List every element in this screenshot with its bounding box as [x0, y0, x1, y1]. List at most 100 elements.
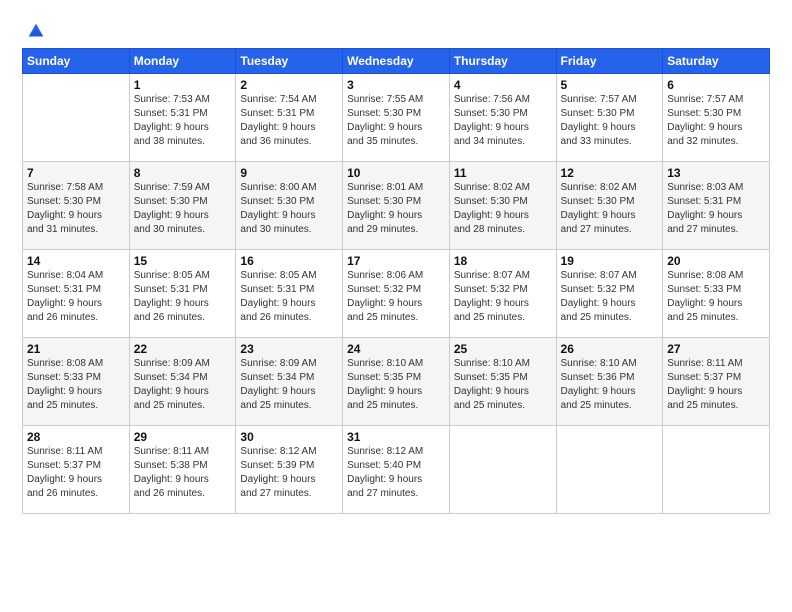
- day-cell: 12Sunrise: 8:02 AM Sunset: 5:30 PM Dayli…: [556, 162, 663, 250]
- day-number: 12: [561, 166, 659, 180]
- day-info: Sunrise: 8:11 AM Sunset: 5:38 PM Dayligh…: [134, 445, 232, 501]
- day-number: 10: [347, 166, 445, 180]
- day-cell: 19Sunrise: 8:07 AM Sunset: 5:32 PM Dayli…: [556, 250, 663, 338]
- day-cell: 15Sunrise: 8:05 AM Sunset: 5:31 PM Dayli…: [129, 250, 236, 338]
- day-number: 19: [561, 254, 659, 268]
- day-number: 17: [347, 254, 445, 268]
- day-info: Sunrise: 8:05 AM Sunset: 5:31 PM Dayligh…: [240, 269, 338, 325]
- day-info: Sunrise: 8:10 AM Sunset: 5:35 PM Dayligh…: [347, 357, 445, 413]
- day-info: Sunrise: 8:11 AM Sunset: 5:37 PM Dayligh…: [667, 357, 765, 413]
- day-cell: 29Sunrise: 8:11 AM Sunset: 5:38 PM Dayli…: [129, 426, 236, 514]
- day-number: 16: [240, 254, 338, 268]
- calendar: SundayMondayTuesdayWednesdayThursdayFrid…: [22, 48, 770, 514]
- day-cell: 31Sunrise: 8:12 AM Sunset: 5:40 PM Dayli…: [343, 426, 450, 514]
- day-number: 20: [667, 254, 765, 268]
- day-info: Sunrise: 8:11 AM Sunset: 5:37 PM Dayligh…: [27, 445, 125, 501]
- weekday-header-monday: Monday: [129, 49, 236, 74]
- day-number: 18: [454, 254, 552, 268]
- day-cell: [556, 426, 663, 514]
- day-number: 29: [134, 430, 232, 444]
- day-number: 26: [561, 342, 659, 356]
- day-info: Sunrise: 8:02 AM Sunset: 5:30 PM Dayligh…: [561, 181, 659, 237]
- day-info: Sunrise: 8:12 AM Sunset: 5:40 PM Dayligh…: [347, 445, 445, 501]
- day-info: Sunrise: 8:10 AM Sunset: 5:35 PM Dayligh…: [454, 357, 552, 413]
- day-number: 5: [561, 78, 659, 92]
- day-cell: 8Sunrise: 7:59 AM Sunset: 5:30 PM Daylig…: [129, 162, 236, 250]
- header-area: [22, 18, 770, 42]
- day-info: Sunrise: 7:53 AM Sunset: 5:31 PM Dayligh…: [134, 93, 232, 149]
- day-number: 13: [667, 166, 765, 180]
- week-row-3: 21Sunrise: 8:08 AM Sunset: 5:33 PM Dayli…: [23, 338, 770, 426]
- day-info: Sunrise: 8:03 AM Sunset: 5:31 PM Dayligh…: [667, 181, 765, 237]
- day-cell: 2Sunrise: 7:54 AM Sunset: 5:31 PM Daylig…: [236, 74, 343, 162]
- day-cell: 16Sunrise: 8:05 AM Sunset: 5:31 PM Dayli…: [236, 250, 343, 338]
- day-info: Sunrise: 7:59 AM Sunset: 5:30 PM Dayligh…: [134, 181, 232, 237]
- day-number: 6: [667, 78, 765, 92]
- logo: [22, 22, 47, 42]
- weekday-header-saturday: Saturday: [663, 49, 770, 74]
- day-cell: 3Sunrise: 7:55 AM Sunset: 5:30 PM Daylig…: [343, 74, 450, 162]
- day-cell: 5Sunrise: 7:57 AM Sunset: 5:30 PM Daylig…: [556, 74, 663, 162]
- day-number: 14: [27, 254, 125, 268]
- day-cell: 11Sunrise: 8:02 AM Sunset: 5:30 PM Dayli…: [449, 162, 556, 250]
- day-cell: 17Sunrise: 8:06 AM Sunset: 5:32 PM Dayli…: [343, 250, 450, 338]
- day-cell: 6Sunrise: 7:57 AM Sunset: 5:30 PM Daylig…: [663, 74, 770, 162]
- day-cell: 4Sunrise: 7:56 AM Sunset: 5:30 PM Daylig…: [449, 74, 556, 162]
- weekday-header-sunday: Sunday: [23, 49, 130, 74]
- page: SundayMondayTuesdayWednesdayThursdayFrid…: [0, 0, 792, 612]
- day-cell: 7Sunrise: 7:58 AM Sunset: 5:30 PM Daylig…: [23, 162, 130, 250]
- day-info: Sunrise: 8:01 AM Sunset: 5:30 PM Dayligh…: [347, 181, 445, 237]
- day-number: 7: [27, 166, 125, 180]
- day-info: Sunrise: 7:58 AM Sunset: 5:30 PM Dayligh…: [27, 181, 125, 237]
- day-cell: 27Sunrise: 8:11 AM Sunset: 5:37 PM Dayli…: [663, 338, 770, 426]
- day-info: Sunrise: 7:57 AM Sunset: 5:30 PM Dayligh…: [561, 93, 659, 149]
- day-cell: [23, 74, 130, 162]
- day-number: 8: [134, 166, 232, 180]
- day-number: 31: [347, 430, 445, 444]
- day-cell: 14Sunrise: 8:04 AM Sunset: 5:31 PM Dayli…: [23, 250, 130, 338]
- day-cell: 24Sunrise: 8:10 AM Sunset: 5:35 PM Dayli…: [343, 338, 450, 426]
- day-number: 4: [454, 78, 552, 92]
- week-row-2: 14Sunrise: 8:04 AM Sunset: 5:31 PM Dayli…: [23, 250, 770, 338]
- weekday-header-row: SundayMondayTuesdayWednesdayThursdayFrid…: [23, 49, 770, 74]
- week-row-1: 7Sunrise: 7:58 AM Sunset: 5:30 PM Daylig…: [23, 162, 770, 250]
- day-cell: [663, 426, 770, 514]
- day-info: Sunrise: 8:08 AM Sunset: 5:33 PM Dayligh…: [27, 357, 125, 413]
- weekday-header-friday: Friday: [556, 49, 663, 74]
- day-cell: 21Sunrise: 8:08 AM Sunset: 5:33 PM Dayli…: [23, 338, 130, 426]
- day-number: 2: [240, 78, 338, 92]
- day-number: 28: [27, 430, 125, 444]
- day-cell: 26Sunrise: 8:10 AM Sunset: 5:36 PM Dayli…: [556, 338, 663, 426]
- day-number: 27: [667, 342, 765, 356]
- day-number: 24: [347, 342, 445, 356]
- day-info: Sunrise: 8:12 AM Sunset: 5:39 PM Dayligh…: [240, 445, 338, 501]
- day-info: Sunrise: 8:05 AM Sunset: 5:31 PM Dayligh…: [134, 269, 232, 325]
- day-info: Sunrise: 7:55 AM Sunset: 5:30 PM Dayligh…: [347, 93, 445, 149]
- day-number: 1: [134, 78, 232, 92]
- day-info: Sunrise: 8:09 AM Sunset: 5:34 PM Dayligh…: [134, 357, 232, 413]
- day-cell: 28Sunrise: 8:11 AM Sunset: 5:37 PM Dayli…: [23, 426, 130, 514]
- day-cell: [449, 426, 556, 514]
- day-info: Sunrise: 7:57 AM Sunset: 5:30 PM Dayligh…: [667, 93, 765, 149]
- day-cell: 13Sunrise: 8:03 AM Sunset: 5:31 PM Dayli…: [663, 162, 770, 250]
- day-number: 3: [347, 78, 445, 92]
- day-info: Sunrise: 8:02 AM Sunset: 5:30 PM Dayligh…: [454, 181, 552, 237]
- day-cell: 1Sunrise: 7:53 AM Sunset: 5:31 PM Daylig…: [129, 74, 236, 162]
- day-number: 21: [27, 342, 125, 356]
- weekday-header-wednesday: Wednesday: [343, 49, 450, 74]
- day-number: 11: [454, 166, 552, 180]
- logo-icon: [25, 20, 47, 42]
- week-row-0: 1Sunrise: 7:53 AM Sunset: 5:31 PM Daylig…: [23, 74, 770, 162]
- day-info: Sunrise: 8:00 AM Sunset: 5:30 PM Dayligh…: [240, 181, 338, 237]
- day-number: 9: [240, 166, 338, 180]
- weekday-header-tuesday: Tuesday: [236, 49, 343, 74]
- day-info: Sunrise: 8:07 AM Sunset: 5:32 PM Dayligh…: [454, 269, 552, 325]
- day-cell: 20Sunrise: 8:08 AM Sunset: 5:33 PM Dayli…: [663, 250, 770, 338]
- day-cell: 25Sunrise: 8:10 AM Sunset: 5:35 PM Dayli…: [449, 338, 556, 426]
- day-number: 15: [134, 254, 232, 268]
- week-row-4: 28Sunrise: 8:11 AM Sunset: 5:37 PM Dayli…: [23, 426, 770, 514]
- day-info: Sunrise: 8:04 AM Sunset: 5:31 PM Dayligh…: [27, 269, 125, 325]
- day-number: 30: [240, 430, 338, 444]
- day-info: Sunrise: 7:56 AM Sunset: 5:30 PM Dayligh…: [454, 93, 552, 149]
- day-cell: 23Sunrise: 8:09 AM Sunset: 5:34 PM Dayli…: [236, 338, 343, 426]
